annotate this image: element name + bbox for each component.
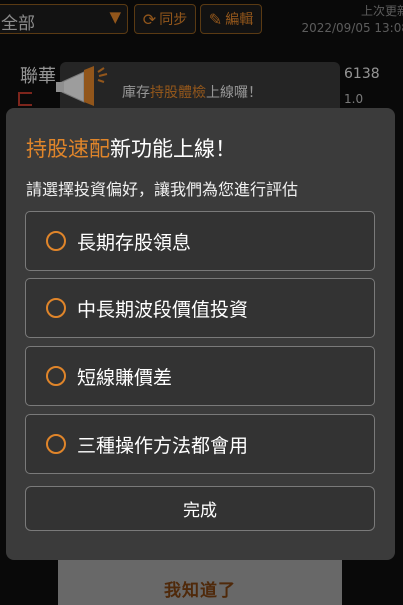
option-label: 三種操作方法都會用 [77, 434, 249, 457]
modal-subtitle: 請選擇投資偏好，讓我們為您進行評估 [26, 180, 299, 199]
option-all-methods[interactable]: 三種操作方法都會用 [25, 414, 375, 474]
option-label: 短線賺價差 [77, 366, 173, 389]
modal-title-accent: 持股速配 [26, 137, 110, 161]
radio-icon[interactable] [46, 231, 66, 251]
radio-icon[interactable] [46, 434, 66, 454]
option-long-term-dividend[interactable]: 長期存股領息 [25, 211, 375, 271]
option-swing-value[interactable]: 中長期波段價值投資 [25, 278, 375, 338]
modal-title: 持股速配新功能上線！ [26, 133, 236, 163]
option-label: 中長期波段價值投資 [77, 298, 249, 321]
option-label: 長期存股領息 [77, 231, 192, 254]
preference-modal: 持股速配新功能上線！ 請選擇投資偏好，讓我們為您進行評估 長期存股領息 中長期波… [6, 108, 395, 560]
done-button[interactable]: 完成 [25, 486, 375, 531]
option-short-term[interactable]: 短線賺價差 [25, 346, 375, 406]
radio-icon[interactable] [46, 366, 66, 386]
modal-title-rest: 新功能上線！ [110, 137, 236, 161]
radio-icon[interactable] [46, 298, 66, 318]
